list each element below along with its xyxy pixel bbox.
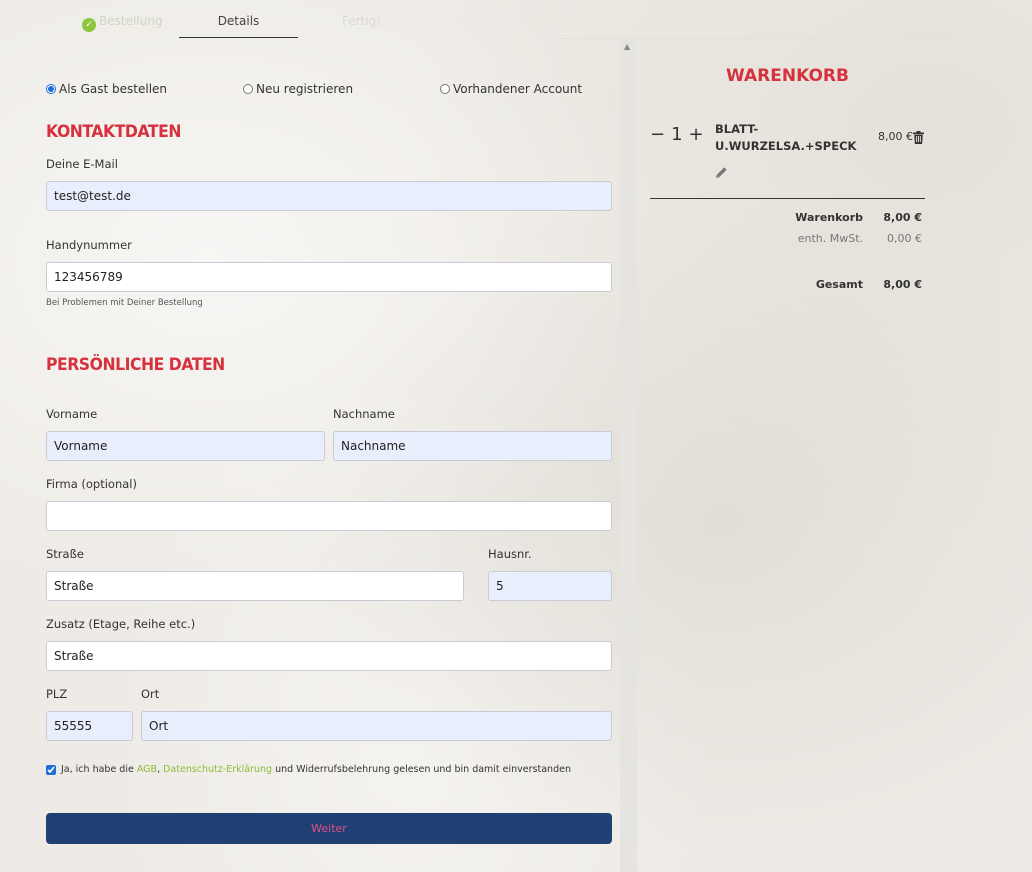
consent-suffix: und Widerrufsbelehrung gelesen und bin d… — [272, 764, 571, 775]
email-label: Deine E-Mail — [46, 157, 118, 171]
extra-address-field[interactable] — [46, 641, 612, 671]
radio-label: Als Gast bestellen — [59, 82, 168, 96]
cart-divider — [650, 198, 925, 199]
quantity-stepper: −1 + — [650, 124, 710, 145]
total-label: Gesamt — [815, 278, 863, 291]
consent-text: Ja, ich habe die AGB, Datenschutz-Erklär… — [61, 764, 571, 775]
terms-checkbox[interactable] — [46, 764, 56, 775]
step-fertig: Fertig! — [342, 14, 381, 38]
firstname-field[interactable] — [46, 431, 325, 461]
email-field[interactable] — [46, 181, 612, 211]
lastname-label: Nachname — [333, 407, 395, 421]
housenr-field[interactable] — [488, 571, 612, 601]
city-label: Ort — [141, 687, 160, 701]
phone-label: Handynummer — [46, 238, 132, 252]
cart-item-price: 8,00 € — [878, 130, 913, 143]
radio-existing-account[interactable]: Vorhandener Account — [440, 82, 582, 96]
step-details[interactable]: Details — [179, 14, 298, 38]
agb-link[interactable]: AGB — [137, 764, 157, 775]
decrease-button[interactable]: − — [650, 124, 666, 145]
subtotal-label: Warenkorb — [795, 211, 863, 224]
zip-label: PLZ — [46, 687, 68, 701]
company-field[interactable] — [46, 501, 612, 531]
subtotal-value: 8,00 € — [883, 211, 922, 224]
company-label: Firma (optional) — [46, 477, 137, 491]
radio-input[interactable] — [46, 84, 56, 94]
step-label: Fertig! — [342, 14, 382, 28]
radio-input[interactable] — [440, 84, 450, 94]
radio-input[interactable] — [243, 84, 253, 94]
phone-hint: Bei Problemen mit Deiner Bestellung — [46, 298, 203, 308]
consent-prefix: Ja, ich habe die — [61, 764, 137, 775]
check-circle-icon: ✓ — [82, 18, 96, 32]
cart-item-name: BLATT-U.WURZELSA.+SPECK — [715, 122, 857, 153]
lastname-field[interactable] — [333, 431, 612, 461]
privacy-link[interactable]: Datenschutz-Erklärung — [163, 764, 272, 775]
radio-register[interactable]: Neu registrieren — [243, 82, 353, 96]
extra-address-label: Zusatz (Etage, Reihe etc.) — [46, 617, 196, 631]
contact-section-title: KONTAKTDATEN — [46, 122, 181, 142]
cart-title: WARENKORB — [726, 66, 849, 86]
increase-button[interactable]: + — [689, 124, 705, 145]
vat-value: 0,00 € — [887, 232, 922, 245]
street-label: Straße — [46, 547, 84, 561]
divider — [560, 38, 1032, 39]
street-field[interactable] — [46, 571, 464, 601]
step-label: Bestellung — [99, 14, 163, 28]
radio-guest[interactable]: Als Gast bestellen — [46, 82, 167, 96]
firstname-label: Vorname — [46, 407, 98, 421]
housenr-label: Hausnr. — [488, 547, 532, 561]
terms-consent[interactable]: Ja, ich habe die AGB, Datenschutz-Erklär… — [46, 764, 571, 775]
zip-field[interactable] — [46, 711, 133, 741]
continue-button[interactable]: Weiter — [46, 813, 612, 844]
total-value: 8,00 € — [883, 278, 922, 291]
quantity-value: 1 — [671, 124, 684, 145]
trash-icon[interactable] — [913, 129, 924, 148]
phone-field[interactable] — [46, 262, 612, 292]
step-bestellung[interactable]: ✓ Bestellung — [82, 14, 162, 38]
scrollbar[interactable] — [620, 40, 637, 872]
radio-label: Neu registrieren — [256, 82, 354, 96]
scroll-up-icon[interactable]: ▲ — [624, 42, 630, 51]
radio-label: Vorhandener Account — [453, 82, 583, 96]
vat-label: enth. MwSt. — [797, 232, 863, 245]
pencil-icon[interactable] — [715, 164, 728, 183]
personal-section-title: PERSÖNLICHE DATEN — [46, 355, 225, 375]
step-label: Details — [217, 14, 260, 28]
city-field[interactable] — [141, 711, 612, 741]
checkout-stepper: ✓ Bestellung Details Fertig! — [0, 0, 620, 40]
